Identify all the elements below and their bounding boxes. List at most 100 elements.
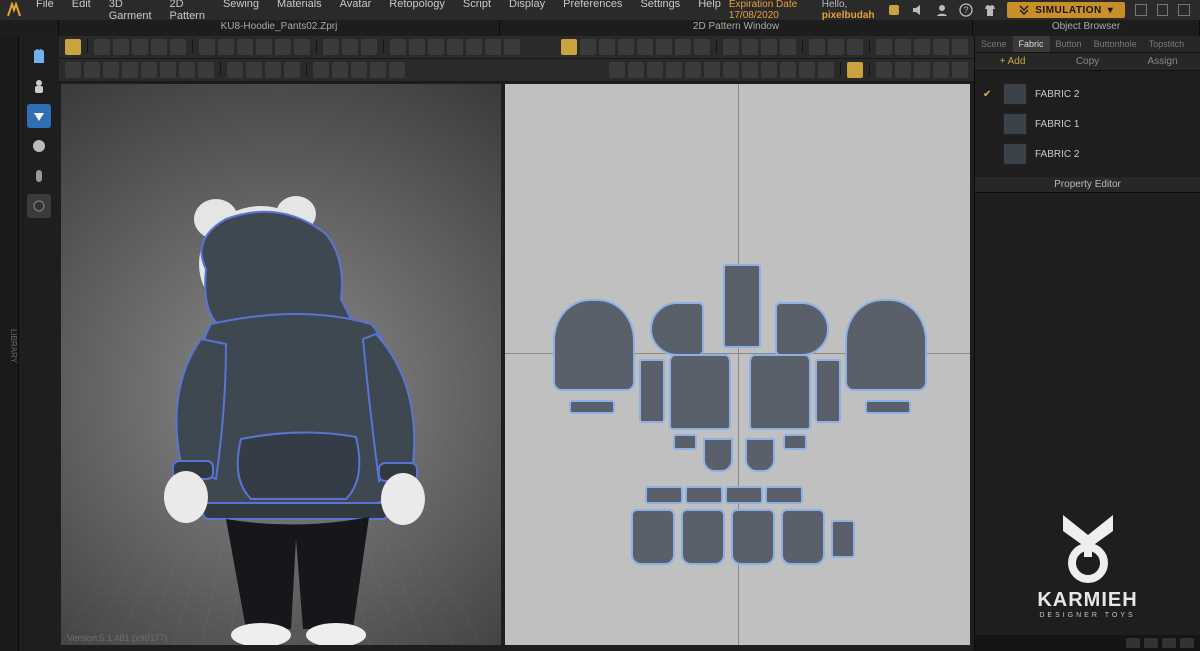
footer-icon-c[interactable] [1162, 638, 1176, 648]
tab-buttonhole[interactable]: Buttonhole [1088, 36, 1143, 52]
library-rail[interactable]: LIBRARY [0, 36, 19, 651]
tshirt-icon[interactable] [983, 3, 997, 17]
tool2d-r2-e[interactable] [685, 62, 701, 78]
tool2d-r2-d[interactable] [666, 62, 682, 78]
sound-icon[interactable] [911, 3, 925, 17]
tool2d-r2-f[interactable] [704, 62, 720, 78]
footer-icon-d[interactable] [1180, 638, 1194, 648]
tool3d-select[interactable] [65, 39, 81, 55]
tool3d-pin[interactable] [199, 39, 215, 55]
tool2d-editcurve[interactable] [599, 39, 615, 55]
add-button[interactable]: + Add [975, 53, 1050, 70]
assign-button[interactable]: Assign [1125, 53, 1200, 70]
tool3d-measure[interactable] [390, 39, 406, 55]
viewport-2d[interactable] [505, 84, 970, 645]
tool2d-r2-c[interactable] [647, 62, 663, 78]
tool2d-r2-h[interactable] [742, 62, 758, 78]
tool2d-r2-k[interactable] [799, 62, 815, 78]
tool3d-texture[interactable] [504, 39, 520, 55]
tool3d-tape[interactable] [409, 39, 425, 55]
tool3d-press[interactable] [342, 39, 358, 55]
tool3d-scale[interactable] [132, 39, 148, 55]
tool3d-r2-h[interactable] [198, 62, 214, 78]
tool3d-rotate[interactable] [113, 39, 129, 55]
tool3d-r2-l[interactable] [284, 62, 300, 78]
tool2d-r2-n[interactable] [876, 62, 892, 78]
tool2d-mirror[interactable] [914, 39, 930, 55]
tool2d-dim[interactable] [876, 39, 892, 55]
user-icon[interactable] [935, 3, 949, 17]
tool3d-r2-k[interactable] [265, 62, 281, 78]
tool2d-seam[interactable] [761, 39, 777, 55]
tool3d-gizmo[interactable] [151, 39, 167, 55]
tool2d-notch[interactable] [742, 39, 758, 55]
tool2d-r2-o[interactable] [895, 62, 911, 78]
tab-topstitch[interactable]: Topstitch [1143, 36, 1191, 52]
tool3d-r2-p[interactable] [370, 62, 386, 78]
tool3d-r2-m[interactable] [313, 62, 329, 78]
tool2d-r2-q[interactable] [933, 62, 949, 78]
viewport-3d[interactable]: Version:5.1.481 (x90177) [61, 84, 501, 645]
tool-head-icon[interactable] [27, 134, 51, 158]
tool2d-r2-j[interactable] [780, 62, 796, 78]
tool3d-move[interactable] [94, 39, 110, 55]
tool2d-trace[interactable] [780, 39, 796, 55]
tool3d-smooth[interactable] [294, 39, 310, 55]
tool3d-r2-c[interactable] [103, 62, 119, 78]
tool2d-internal[interactable] [694, 39, 710, 55]
tool2d-dart[interactable] [723, 39, 739, 55]
tool2d-r2-i[interactable] [761, 62, 777, 78]
tool3d-topstitch[interactable] [428, 39, 444, 55]
tool3d-fit[interactable] [361, 39, 377, 55]
tool2d-r2-a[interactable] [609, 62, 625, 78]
tool2d-grid[interactable] [828, 39, 844, 55]
tool3d-r2-n[interactable] [332, 62, 348, 78]
tool-hanger-icon[interactable] [27, 104, 51, 128]
tab-fabric[interactable]: Fabric [1013, 36, 1050, 52]
tool3d-r2-o[interactable] [351, 62, 367, 78]
tool2d-r2-r[interactable] [952, 62, 968, 78]
tab-button[interactable]: Button [1050, 36, 1088, 52]
tool2d-circle[interactable] [675, 39, 691, 55]
tool3d-r2-i[interactable] [227, 62, 243, 78]
tool2d-r2-l[interactable] [818, 62, 834, 78]
tool2d-rectangle[interactable] [656, 39, 672, 55]
tool3d-steam[interactable] [323, 39, 339, 55]
tool2d-r2-m[interactable] [847, 62, 863, 78]
tool2d-snap[interactable] [847, 39, 863, 55]
tool2d-r2-b[interactable] [628, 62, 644, 78]
tool3d-r2-d[interactable] [122, 62, 138, 78]
tool3d-arrange[interactable] [256, 39, 272, 55]
tool2d-editpoint[interactable] [580, 39, 596, 55]
tool2d-copy[interactable] [895, 39, 911, 55]
tool-avatar-icon[interactable] [27, 74, 51, 98]
tool3d-superimpose[interactable] [275, 39, 291, 55]
tool3d-lasso[interactable] [170, 39, 186, 55]
list-item[interactable]: ✔ FABRIC 2 [981, 79, 1194, 109]
tool2d-polygon[interactable] [637, 39, 653, 55]
tool3d-fold[interactable] [237, 39, 253, 55]
help-icon[interactable]: ? [959, 3, 973, 17]
tool3d-zipper[interactable] [466, 39, 482, 55]
notification-icon[interactable] [887, 3, 901, 17]
list-item[interactable]: FABRIC 2 [981, 139, 1194, 169]
tab-scene[interactable]: Scene [975, 36, 1013, 52]
tool2d-addpoint[interactable] [618, 39, 634, 55]
tool3d-r2-j[interactable] [246, 62, 262, 78]
tool2d-r2-p[interactable] [914, 62, 930, 78]
tool3d-r2-g[interactable] [179, 62, 195, 78]
tool3d-graphic[interactable] [485, 39, 501, 55]
window-minimize[interactable] [1135, 4, 1147, 16]
tool-garment-icon[interactable] [27, 44, 51, 68]
tool2d-r2-g[interactable] [723, 62, 739, 78]
tool3d-r2-a[interactable] [65, 62, 81, 78]
footer-icon-b[interactable] [1144, 638, 1158, 648]
copy-button[interactable]: Copy [1050, 53, 1125, 70]
tool3d-r2-q[interactable] [389, 62, 405, 78]
tool3d-r2-f[interactable] [160, 62, 176, 78]
simulation-button[interactable]: SIMULATION ▾ [1007, 2, 1125, 18]
tool2d-align[interactable] [952, 39, 968, 55]
tool2d-select[interactable] [561, 39, 577, 55]
tool3d-r2-b[interactable] [84, 62, 100, 78]
tool2d-rotate[interactable] [933, 39, 949, 55]
